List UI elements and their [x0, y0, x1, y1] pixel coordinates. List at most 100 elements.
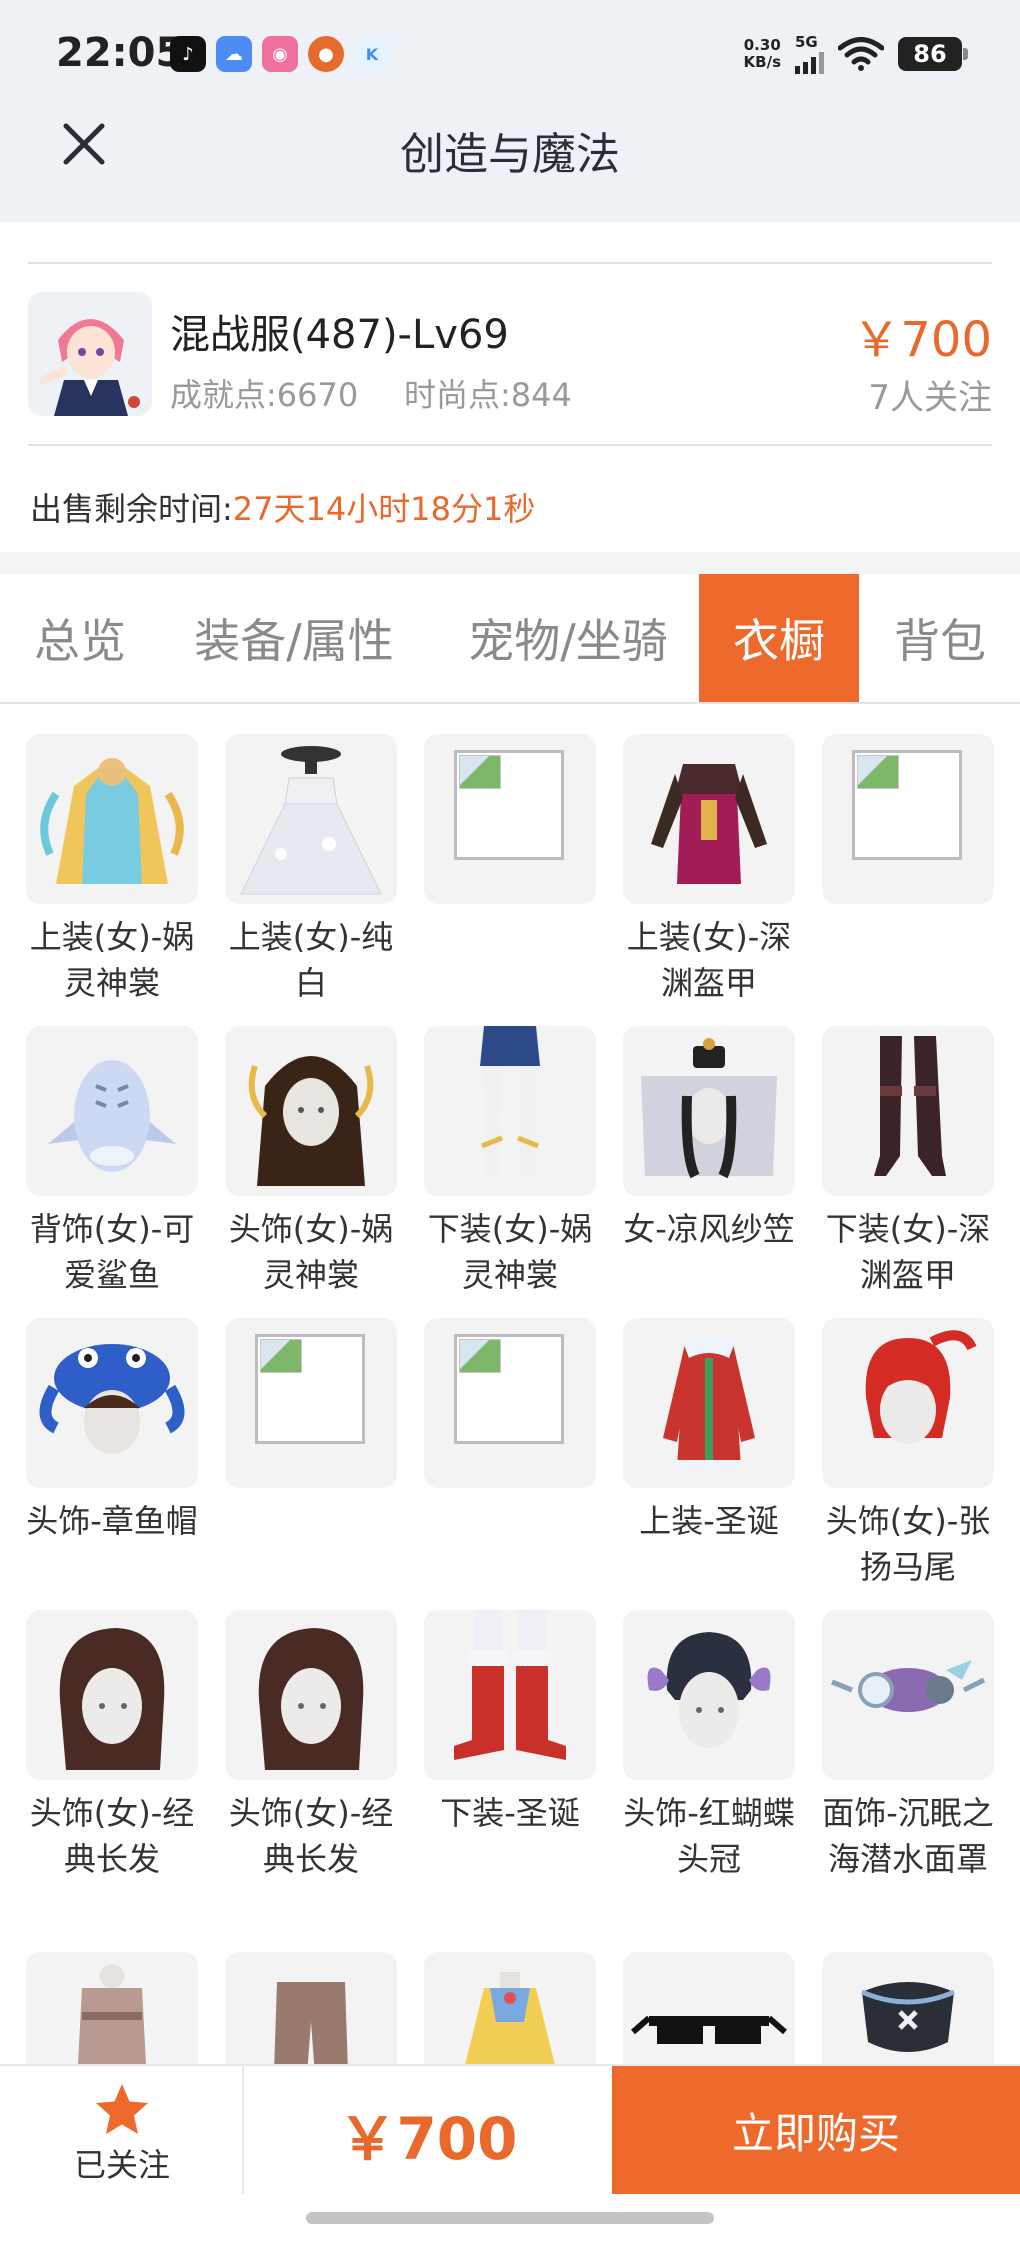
octopus-hat-icon — [26, 1318, 198, 1488]
follower-count: 7人关注 — [868, 378, 992, 418]
wardrobe-item[interactable] — [822, 1952, 994, 2064]
wardrobe-item[interactable]: 上装(女)-娲灵神裳 — [26, 734, 198, 1006]
wardrobe-item[interactable]: 头饰-章鱼帽 — [26, 1318, 198, 1544]
wardrobe-item[interactable]: 上装(女)-纯白 — [225, 734, 397, 1006]
pink-app-icon: ◉ — [262, 36, 298, 72]
item-label: 下装-圣诞 — [440, 1794, 580, 1832]
tab-pets[interactable]: 宠物/坐骑 — [450, 574, 686, 702]
broken-image-icon — [454, 1334, 564, 1444]
achievement-points: 成就点:6670 — [170, 376, 359, 414]
wardrobe-item[interactable]: 下装-圣诞 — [424, 1610, 596, 1836]
wardrobe-item[interactable] — [424, 734, 596, 914]
wardrobe-item[interactable]: 头饰(女)-张扬马尾 — [822, 1318, 994, 1590]
wardrobe-item[interactable]: 头饰(女)-经典长发 — [225, 1610, 397, 1882]
sunglasses-icon — [623, 1952, 795, 2064]
veil-hat-icon — [623, 1026, 795, 1196]
item-label: 上装-圣诞 — [639, 1502, 779, 1540]
top-bar: 22:05 ♪ ☁ ◉ ● K 0.30 KB/s 5G 86 创造与魔法 — [0, 0, 1020, 222]
gold-hair-icon — [225, 1026, 397, 1196]
wardrobe-item[interactable]: 女-凉风纱笠 — [623, 1026, 795, 1252]
white-dress-icon — [225, 734, 397, 904]
robe-gold-icon — [26, 734, 198, 904]
wardrobe-item[interactable]: 下装(女)-深渊盔甲 — [822, 1026, 994, 1298]
wardrobe-item[interactable]: 头饰-红蝴蝶头冠 — [623, 1610, 795, 1882]
buy-now-button[interactable]: 立即购买 — [612, 2066, 1020, 2194]
character-avatar[interactable] — [28, 292, 152, 416]
fashion-points: 时尚点:844 — [404, 376, 572, 414]
wardrobe-item[interactable] — [26, 1952, 198, 2064]
wardrobe-item[interactable] — [424, 1952, 596, 2064]
item-label: 下装(女)-深渊盔甲 — [825, 1210, 991, 1294]
bottom-price: ￥700 — [338, 2105, 518, 2173]
wardrobe-item[interactable]: 上装(女)-深渊盔甲 — [623, 734, 795, 1006]
shirt-icon — [26, 1952, 198, 2064]
section-gap — [0, 552, 1020, 574]
tab-wardrobe[interactable]: 衣橱 — [699, 574, 859, 702]
status-bar: 22:05 ♪ ☁ ◉ ● K 0.30 KB/s 5G 86 — [0, 0, 1020, 110]
notification-icons: ♪ ☁ ◉ ● K — [170, 36, 390, 72]
wardrobe-item[interactable] — [225, 1952, 397, 2064]
divider — [28, 262, 992, 264]
wifi-icon — [838, 37, 884, 71]
broken-image-icon — [852, 750, 962, 860]
wardrobe-item[interactable]: 头饰(女)-经典长发 — [26, 1610, 198, 1882]
item-label: 头饰(女)-经典长发 — [29, 1794, 195, 1878]
item-name: 混战服(487)-Lv69 — [170, 312, 509, 358]
tab-equipment[interactable]: 装备/属性 — [176, 574, 412, 702]
item-label: 上装(女)-深渊盔甲 — [626, 918, 792, 1002]
yellow-dress-icon — [424, 1952, 596, 2064]
item-label: 头饰(女)-娲灵神裳 — [228, 1210, 394, 1294]
item-label: 下装(女)-娲灵神裳 — [427, 1210, 593, 1294]
signal-bars-icon — [795, 50, 824, 74]
item-price: ￥700 — [852, 312, 992, 368]
butterfly-crown-icon — [623, 1610, 795, 1780]
item-label: 上装(女)-纯白 — [228, 918, 394, 1002]
legs-icon — [424, 1026, 596, 1196]
diving-mask-icon — [822, 1610, 994, 1780]
sale-time-label: 出售剩余时间: — [30, 490, 233, 528]
follow-label: 已关注 — [73, 2146, 170, 2184]
wardrobe-item[interactable]: 背饰(女)-可爱鲨鱼 — [26, 1026, 198, 1298]
divider — [28, 444, 992, 446]
item-label: 头饰-章鱼帽 — [26, 1502, 198, 1540]
pants-icon — [225, 1952, 397, 2064]
character-avatar-icon — [28, 292, 152, 416]
wardrobe-item[interactable]: 面饰-沉眠之海潜水面罩 — [822, 1610, 994, 1882]
status-time: 22:05 — [56, 30, 184, 76]
wardrobe-item[interactable]: 下装(女)-娲灵神裳 — [424, 1026, 596, 1298]
wardrobe-item[interactable]: 上装-圣诞 — [623, 1318, 795, 1544]
item-label: 头饰-红蝴蝶头冠 — [623, 1794, 795, 1878]
item-label: 头饰(女)-经典长发 — [228, 1794, 394, 1878]
tab-bag[interactable]: 背包 — [860, 574, 1020, 702]
network-type: 5G — [795, 33, 818, 51]
christmas-boots-icon — [424, 1610, 596, 1780]
sale-remaining-time: 出售剩余时间:27天14小时18分1秒 — [30, 484, 535, 530]
wardrobe-item[interactable]: 头饰(女)-娲灵神裳 — [225, 1026, 397, 1298]
status-right: 0.30 KB/s 5G 86 — [744, 34, 968, 74]
broken-image-icon — [255, 1334, 365, 1444]
bottom-action-bar: 已关注 ￥700 立即购买 — [0, 2064, 1020, 2194]
item-label: 女-凉风纱笠 — [623, 1210, 795, 1248]
wardrobe-item[interactable] — [225, 1318, 397, 1498]
christmas-coat-icon — [623, 1318, 795, 1488]
tab-overview[interactable]: 总览 — [0, 574, 160, 702]
item-info-card: 混战服(487)-Lv69 成就点:6670 时尚点:844 ￥700 7人关注… — [0, 222, 1020, 552]
wardrobe-grid: 上装(女)-娲灵神裳 上装(女)-纯白 上装(女)-深渊盔甲 背饰(女)-可爱鲨… — [26, 734, 1006, 2064]
home-indicator[interactable] — [306, 2212, 714, 2224]
boots-icon — [822, 1026, 994, 1196]
battery-icon: 86 — [898, 37, 968, 71]
item-label: 背饰(女)-可爱鲨鱼 — [29, 1210, 195, 1294]
star-icon — [96, 2084, 148, 2134]
wardrobe-item[interactable] — [424, 1318, 596, 1498]
item-label: 面饰-沉眠之海潜水面罩 — [822, 1794, 994, 1878]
page-title: 创造与魔法 — [400, 129, 620, 180]
armor-icon — [623, 734, 795, 904]
face-mask-icon — [822, 1952, 994, 2064]
follow-button[interactable]: 已关注 — [0, 2066, 244, 2194]
wardrobe-item[interactable] — [822, 734, 994, 914]
wardrobe-item[interactable] — [623, 1952, 795, 2064]
cellular-signal: 5G — [795, 34, 824, 74]
cloud-app-icon: ☁ — [216, 36, 252, 72]
item-label: 头饰(女)-张扬马尾 — [825, 1502, 991, 1586]
brown-hair-icon — [26, 1610, 198, 1780]
